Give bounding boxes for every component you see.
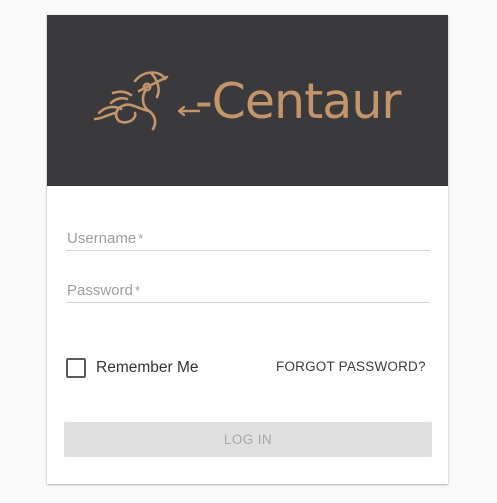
brand-wordmark: -Centaur [195, 73, 402, 130]
remember-me-checkbox[interactable] [66, 358, 86, 378]
login-card: -Centaur Username * Password * Remember Me… [47, 15, 448, 484]
remember-me-label[interactable]: Remember Me [96, 359, 199, 377]
password-input[interactable] [66, 280, 430, 302]
centaur-archer-icon [93, 71, 169, 131]
username-field[interactable]: Username * [66, 228, 430, 251]
forgot-password-link[interactable]: FORGOT PASSWORD? [276, 359, 426, 374]
brand-banner: -Centaur [47, 15, 448, 186]
password-field[interactable]: Password * [66, 280, 430, 303]
login-button[interactable]: LOG IN [64, 422, 432, 457]
username-input[interactable] [66, 228, 430, 250]
